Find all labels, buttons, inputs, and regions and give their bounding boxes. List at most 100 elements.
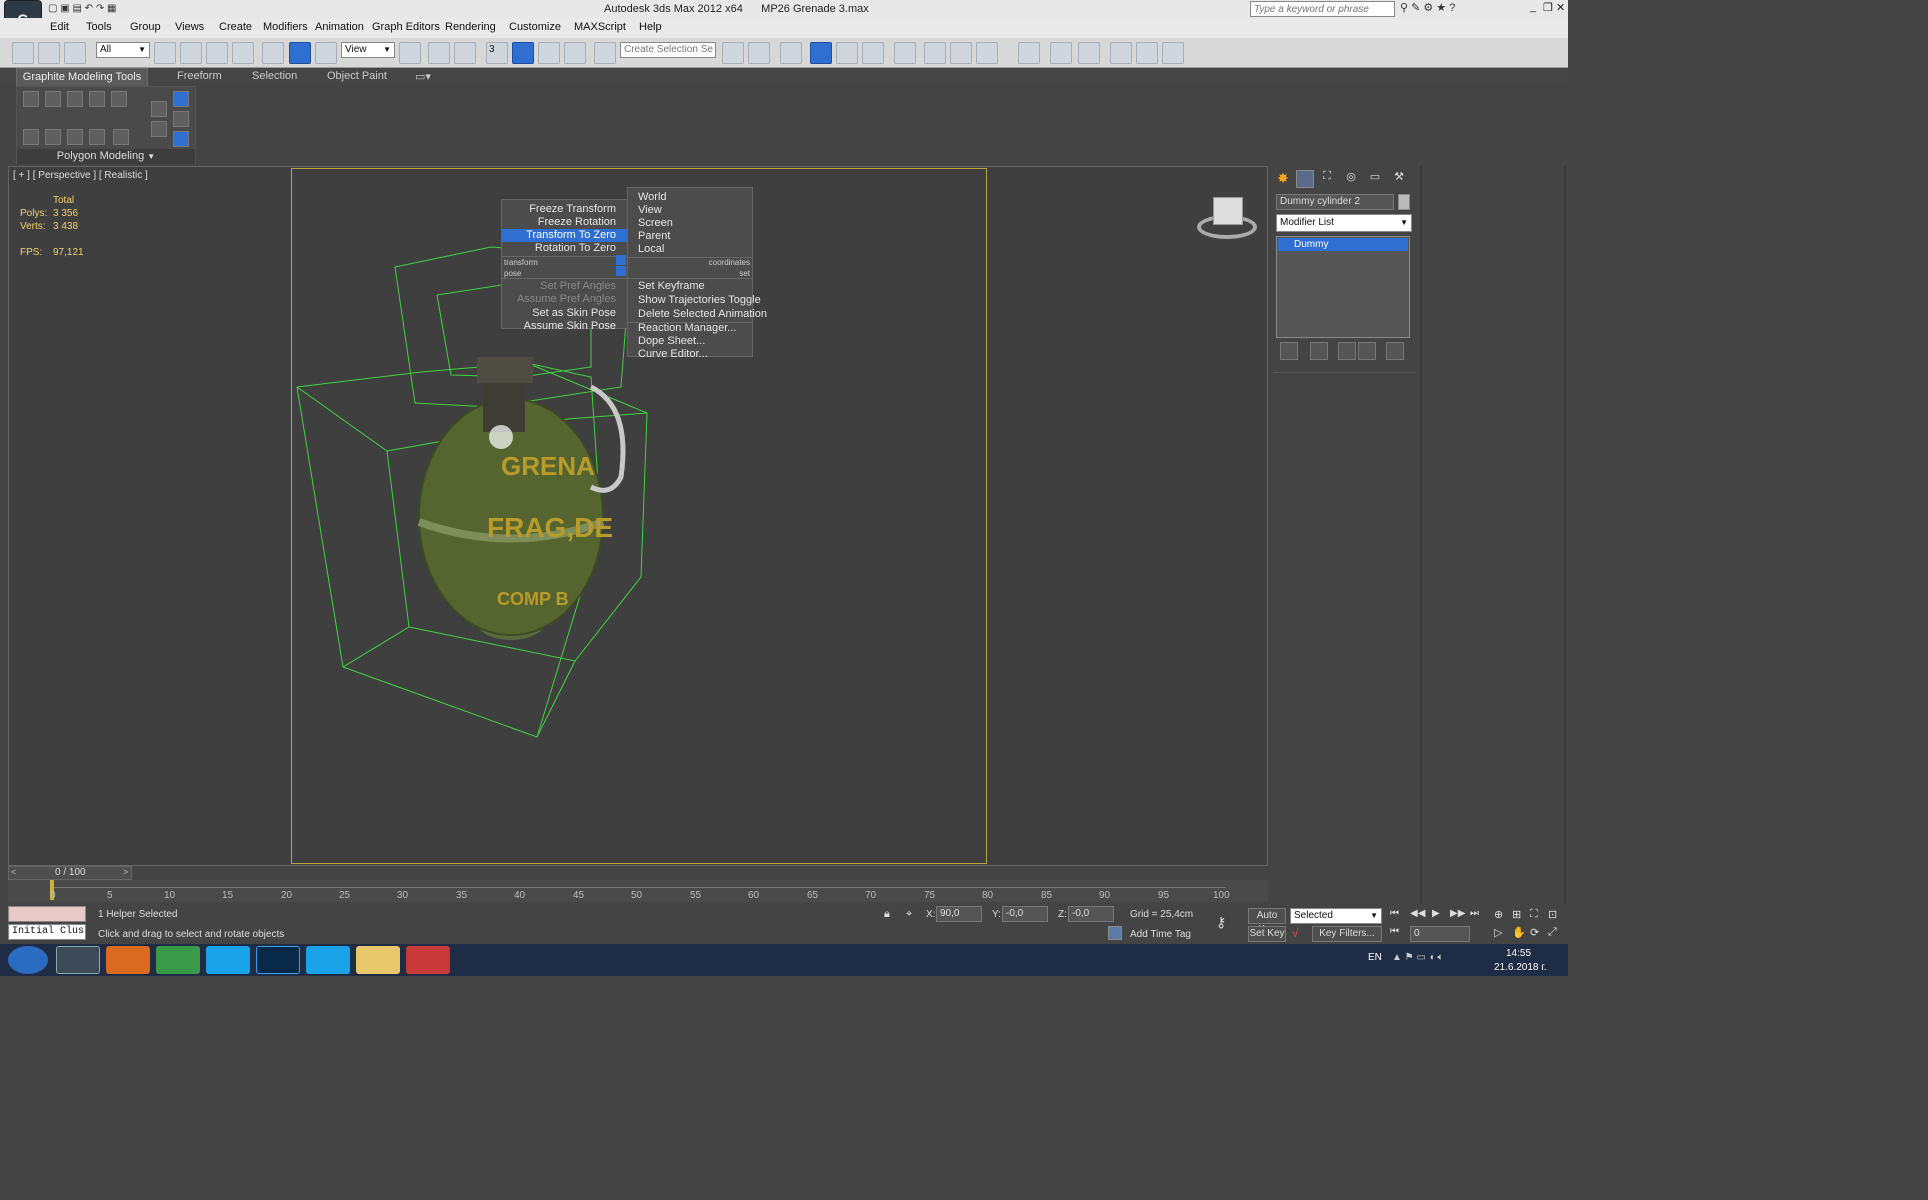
ribbon-polygon-icon[interactable] (89, 91, 105, 107)
z-coord-field[interactable]: -0,0 (1068, 906, 1114, 922)
menu-graph-editors[interactable]: Graph Editors (372, 21, 440, 33)
x-coord-field[interactable]: 90,0 (936, 906, 982, 922)
lock-selection-icon[interactable]: 🔒︎ (884, 908, 898, 922)
stack-item-dummy[interactable]: Dummy (1278, 238, 1408, 251)
set-key-button[interactable]: Set Key (1248, 926, 1286, 942)
close-icon[interactable]: ✕ (1556, 1, 1568, 15)
remove-modifier-icon[interactable] (1358, 342, 1376, 360)
graphite-toggle-icon[interactable] (810, 42, 832, 64)
menu-parent[interactable]: Parent (638, 230, 670, 243)
spinner-snap-icon[interactable] (564, 42, 586, 64)
curve-icon[interactable]: √ (1292, 926, 1308, 942)
ribbon-tool-e-icon[interactable] (113, 129, 129, 145)
ribbon-tool-i-icon[interactable] (173, 111, 189, 127)
modifier-list-dropdown[interactable]: Modifier List ▼ (1276, 214, 1412, 232)
ribbon-tool-j-icon[interactable] (173, 131, 189, 147)
object-name-field[interactable]: Dummy cylinder 2 (1276, 194, 1394, 210)
maxscript-listener-bottom[interactable]: Initial Clus (8, 924, 86, 940)
utilities-tab-icon[interactable]: ⚒ (1390, 170, 1408, 188)
zoom-icon[interactable]: ⊕ (1494, 908, 1508, 922)
ribbon-tool-b-icon[interactable] (45, 129, 61, 145)
polygon-modeling-panel-button[interactable]: Polygon Modeling ▼ (17, 149, 195, 164)
minimize-icon[interactable]: _ (1530, 1, 1542, 15)
set-key-icon[interactable]: ⚷ (1216, 914, 1238, 934)
ribbon-vertex-icon[interactable] (23, 91, 39, 107)
ribbon-border-icon[interactable] (67, 91, 83, 107)
select-object-icon[interactable] (154, 42, 176, 64)
add-time-tag[interactable]: Add Time Tag (1130, 929, 1191, 940)
snaps-toggle-icon[interactable]: 3 (486, 42, 508, 64)
menu-freeze-transform[interactable]: Freeze Transform (502, 203, 628, 216)
mirror-icon[interactable] (722, 42, 744, 64)
custom-tool-1-icon[interactable] (1018, 42, 1040, 64)
hierarchy-tab-icon[interactable]: ⛶ (1318, 170, 1336, 188)
menu-curve-editor[interactable]: Curve Editor... (638, 348, 708, 360)
time-slider-prev-icon[interactable]: < (11, 867, 16, 877)
motion-tab-icon[interactable]: ◎ (1342, 170, 1360, 188)
render-setup-icon[interactable] (924, 42, 946, 64)
select-manipulate-icon[interactable] (428, 42, 450, 64)
zoom-extents-icon[interactable]: ⛶ (1530, 908, 1544, 922)
menu-create[interactable]: Create (219, 21, 252, 33)
orbit-icon[interactable]: ⟳ (1530, 926, 1544, 940)
tray-icons[interactable]: ▲ ⚑ ▭ ◖ 🔈︎ (1392, 952, 1482, 968)
modify-tab-icon[interactable] (1296, 170, 1314, 188)
menu-view[interactable]: View (638, 204, 662, 217)
menu-screen[interactable]: Screen (638, 217, 673, 230)
current-frame-field[interactable]: 0 (1410, 926, 1470, 942)
custom-tool-6-icon[interactable] (1162, 42, 1184, 64)
rendered-frame-window-icon[interactable] (950, 42, 972, 64)
bind-space-warp-icon[interactable] (64, 42, 86, 64)
key-filters-button[interactable]: Key Filters... (1312, 926, 1382, 942)
ribbon-tool-c-icon[interactable] (67, 129, 83, 145)
ribbon-options-icon[interactable]: ▭▾ (415, 70, 431, 83)
menu-maxscript[interactable]: MAXScript (574, 21, 626, 33)
time-tag-icon[interactable] (1108, 926, 1122, 940)
layer-manager-icon[interactable] (780, 42, 802, 64)
align-icon[interactable] (748, 42, 770, 64)
menu-tools[interactable]: Tools (86, 21, 112, 33)
create-tab-icon[interactable]: ✸ (1274, 170, 1292, 188)
menu-rotation-to-zero[interactable]: Rotation To Zero (502, 242, 628, 255)
maxscript-listener-top[interactable] (8, 906, 86, 922)
pivot-center-icon[interactable] (399, 42, 421, 64)
unlink-icon[interactable] (38, 42, 60, 64)
3ds-max-taskbar-icon[interactable] (56, 946, 100, 974)
ribbon-tool-h-icon[interactable] (173, 91, 189, 107)
goto-end-icon[interactable]: ⏭ (1470, 908, 1486, 922)
ribbon-tool-a-icon[interactable] (23, 129, 39, 145)
menu-transform-to-zero[interactable]: Transform To Zero (502, 229, 628, 242)
clock-date[interactable]: 21.6.2018 г. (1494, 962, 1546, 973)
pin-stack-icon[interactable] (1280, 342, 1298, 360)
menu-local[interactable]: Local (638, 243, 664, 256)
zoom-extents-all-icon[interactable]: ⊡ (1548, 908, 1562, 922)
zoom-all-icon[interactable]: ⊞ (1512, 908, 1526, 922)
menu-dope-sheet[interactable]: Dope Sheet... (638, 335, 705, 348)
reference-coord-dropdown[interactable]: View ▼ (341, 42, 395, 58)
photoshop-taskbar-icon[interactable] (256, 946, 300, 974)
menu-assume-skin-pose[interactable]: Assume Skin Pose (502, 320, 628, 333)
show-end-result-icon[interactable] (1310, 342, 1328, 360)
menu-modifiers[interactable]: Modifiers (263, 21, 308, 33)
keyboard-shortcut-override-icon[interactable] (454, 42, 476, 64)
configure-modifier-sets-icon[interactable] (1386, 342, 1404, 360)
ribbon-tool-d-icon[interactable] (89, 129, 105, 145)
object-color-swatch[interactable] (1398, 194, 1410, 210)
search-input[interactable] (1250, 1, 1395, 17)
skype-2-taskbar-icon[interactable] (306, 946, 350, 974)
y-coord-field[interactable]: -0,0 (1002, 906, 1048, 922)
tab-selection[interactable]: Selection (252, 70, 297, 82)
select-by-name-icon[interactable] (180, 42, 202, 64)
make-unique-icon[interactable] (1338, 342, 1356, 360)
select-scale-icon[interactable] (315, 42, 337, 64)
select-move-icon[interactable] (262, 42, 284, 64)
start-button-icon[interactable] (8, 946, 48, 974)
time-slider[interactable]: < 0 / 100 > (8, 866, 132, 880)
curve-editor-icon[interactable] (836, 42, 858, 64)
angle-snap-icon[interactable] (512, 42, 534, 64)
custom-tool-5-icon[interactable] (1136, 42, 1158, 64)
menu-group[interactable]: Group (130, 21, 161, 33)
skype-taskbar-icon[interactable] (206, 946, 250, 974)
absolute-mode-icon[interactable]: ⌖ (906, 908, 920, 922)
chrome-taskbar-icon[interactable] (156, 946, 200, 974)
